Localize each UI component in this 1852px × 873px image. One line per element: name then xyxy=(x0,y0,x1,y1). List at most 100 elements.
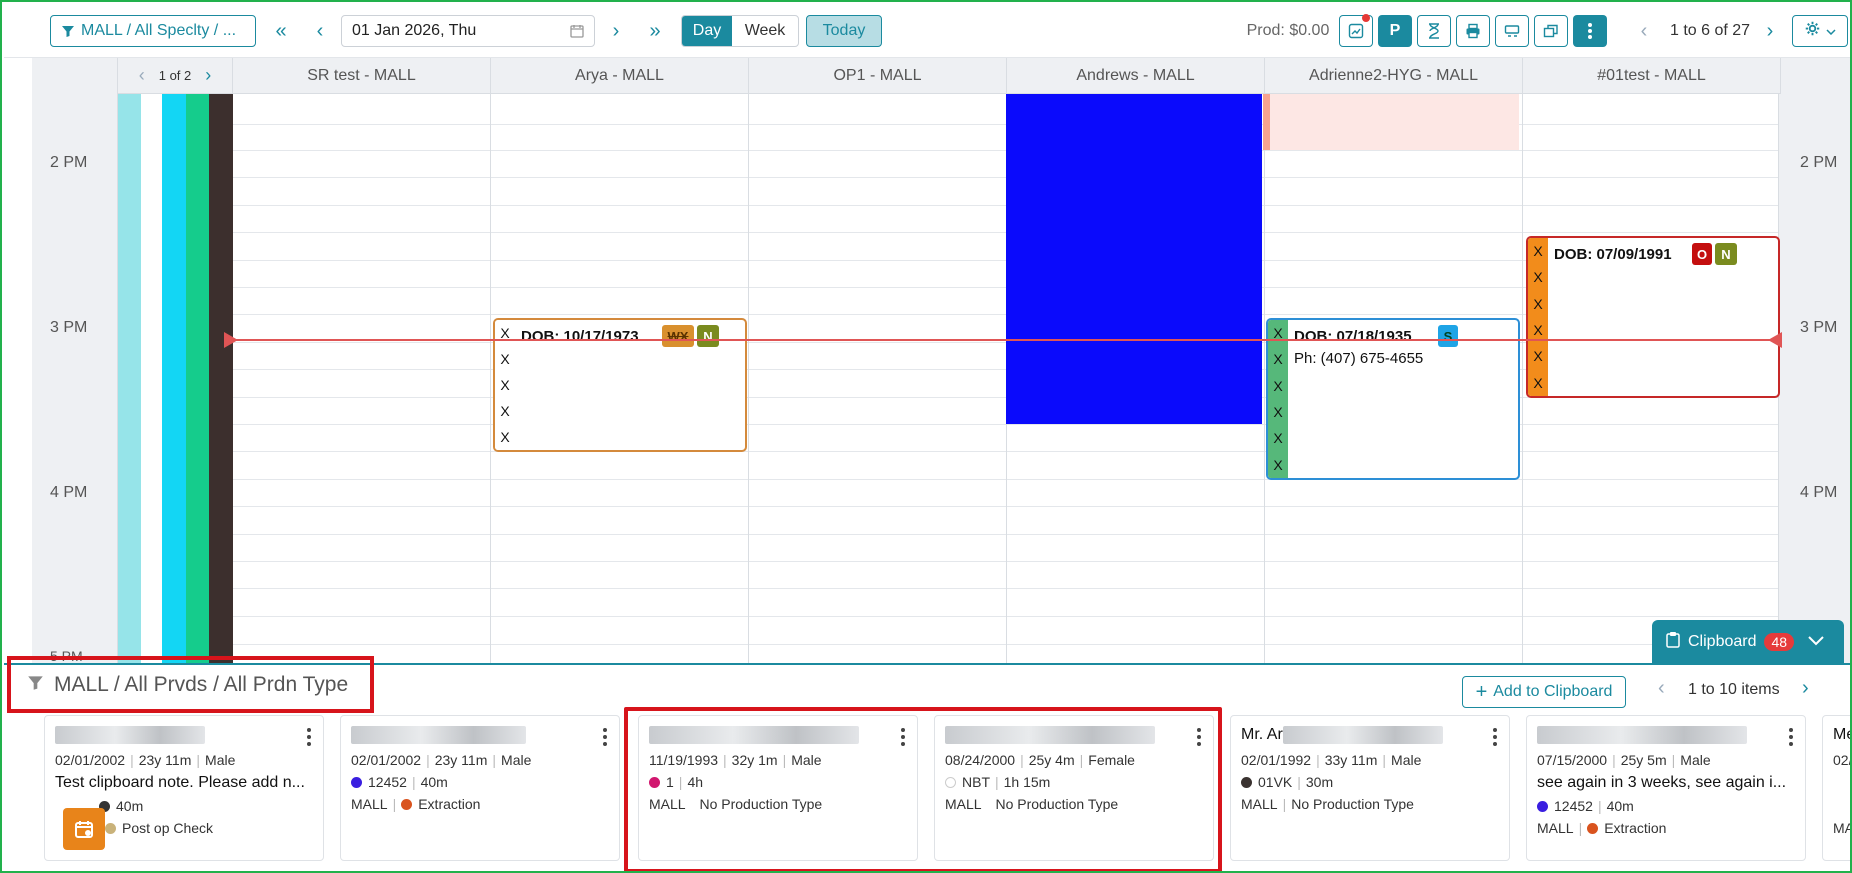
add-to-clipboard-button[interactable]: + Add to Clipboard xyxy=(1462,676,1626,708)
card-demographics: 02/01/2002 | 23y 11m | Male xyxy=(55,752,236,768)
card-location: MA xyxy=(1833,820,1852,836)
column-header-sr-test[interactable]: SR test - MALL xyxy=(233,58,491,94)
clipboard-icon xyxy=(1666,631,1680,653)
bottom-filter[interactable]: MALL / All Prvds / All Prdn Type xyxy=(7,656,374,713)
kebab-icon[interactable] xyxy=(307,728,311,746)
chevron-down-icon xyxy=(1825,22,1836,40)
patient-name-blurred xyxy=(1537,726,1747,744)
card-procedure: NBT | 1h 15m xyxy=(945,774,1050,790)
provider-next-icon[interactable]: › xyxy=(1760,18,1780,44)
time-label-3pm-right: 3 PM xyxy=(1800,319,1838,336)
badge-n: N xyxy=(697,325,719,347)
double-chevron-right-icon[interactable]: » xyxy=(642,18,668,44)
card-procedure: 12452 | 40m xyxy=(351,774,448,790)
card-demographics: 02/ xyxy=(1833,752,1852,768)
clipboard-card[interactable]: 08/24/2000 | 25y 4m | Female NBT | 1h 15m MALL… xyxy=(934,715,1214,861)
patient-name: Mr. Ar xyxy=(1241,726,1283,743)
calendar-fab-icon[interactable] xyxy=(63,808,105,850)
chevron-left-icon[interactable]: ‹ xyxy=(309,18,331,44)
patient-name-blurred xyxy=(1283,726,1443,744)
card-location: MALL | No Production Type xyxy=(1241,796,1414,812)
today-button[interactable]: Today xyxy=(806,15,882,47)
production-total: Prod: $0.00 xyxy=(1246,22,1330,39)
provider-stripe-2 xyxy=(162,94,186,663)
time-label-4pm-right: 4 PM xyxy=(1800,484,1838,501)
column-header-op1[interactable]: OP1 - MALL xyxy=(749,58,1007,94)
time-label-2pm: 2 PM xyxy=(50,154,88,171)
chart-icon[interactable] xyxy=(1339,14,1373,47)
appointment-dob: DOB: 07/18/1935 xyxy=(1294,328,1412,345)
hourglass-icon[interactable] xyxy=(1417,15,1451,47)
kebab-icon[interactable] xyxy=(603,728,607,746)
kebab-icon[interactable] xyxy=(901,728,905,746)
clipboard-card[interactable]: 11/19/1993 | 32y 1m | Male 1 | 4h MALL No Prod… xyxy=(638,715,918,861)
column-header-adrienne2[interactable]: Adrienne2-HYG - MALL xyxy=(1265,58,1523,94)
bottom-filter-label: MALL / All Prvds / All Prdn Type xyxy=(54,672,349,696)
provider-prev-icon[interactable]: ‹ xyxy=(1634,18,1654,44)
clipboard-card[interactable]: 02/01/2002 | 23y 11m | Male Test clipboard n… xyxy=(44,715,324,861)
pager-next-icon[interactable]: › xyxy=(205,65,211,86)
clipboard-card[interactable]: 02/01/2002 | 23y 11m | Male 12452 | 40m MALL | E… xyxy=(340,715,620,861)
kebab-icon[interactable] xyxy=(1493,728,1497,746)
provider-pagination: 1 to 6 of 27 xyxy=(1669,22,1751,39)
windows-icon[interactable] xyxy=(1534,15,1568,47)
bottom-next-icon[interactable]: › xyxy=(1802,677,1809,700)
card-procedure: 1 | 4h xyxy=(649,774,703,790)
clipboard-label: Clipboard xyxy=(1688,632,1757,650)
time-label-4pm: 4 PM xyxy=(50,484,88,501)
add-button-label: Add to Clipboard xyxy=(1493,683,1613,700)
kebab-icon[interactable] xyxy=(1789,728,1793,746)
date-input[interactable]: 01 Jan 2026, Thu xyxy=(341,15,595,47)
view-week-button[interactable]: Week xyxy=(732,16,798,46)
card-duration: 40m xyxy=(99,798,143,814)
badge-o: O xyxy=(1692,243,1712,265)
card-type: Post op Check xyxy=(105,820,213,836)
more-options-button[interactable] xyxy=(1573,15,1607,47)
filter-icon xyxy=(61,24,75,38)
patient-name-blurred xyxy=(649,726,859,744)
view-toggle: Day Week xyxy=(681,15,799,47)
pager-label: 1 of 2 xyxy=(158,68,192,83)
provider-stripe-1 xyxy=(118,94,141,663)
card-note: see again in 3 weeks, see again i... xyxy=(1537,774,1787,791)
column-header-01test[interactable]: #01test - MALL xyxy=(1523,58,1781,94)
filter-label: MALL / All Speclty / ... xyxy=(81,22,237,39)
view-day-button[interactable]: Day xyxy=(682,16,732,46)
bottom-prev-icon[interactable]: ‹ xyxy=(1658,677,1665,700)
kebab-icon[interactable] xyxy=(1197,728,1201,746)
appointment-x-column: XXXXXX xyxy=(1268,320,1288,478)
provider-p-button[interactable]: P xyxy=(1378,15,1412,47)
card-location: MALL No Production Type xyxy=(649,796,823,812)
provider-stripe-4 xyxy=(209,94,233,663)
column-header-andrews[interactable]: Andrews - MALL xyxy=(1007,58,1265,94)
clipboard-toggle[interactable]: Clipboard 48 xyxy=(1652,620,1844,663)
clipboard-card[interactable]: Me 02/ MA xyxy=(1822,715,1852,861)
print-icon[interactable] xyxy=(1456,15,1490,47)
time-column-right xyxy=(1778,58,1850,663)
current-time-right-marker-icon xyxy=(1768,332,1782,348)
chevron-right-icon[interactable]: › xyxy=(605,18,627,44)
provider-pager: ‹ 1 of 2 › xyxy=(118,58,233,94)
pager-prev-icon[interactable]: ‹ xyxy=(139,65,145,86)
clipboard-panel: MALL / All Prvds / All Prdn Type + Add t… xyxy=(4,656,1852,871)
card-procedure: 01VK | 30m xyxy=(1241,774,1333,790)
card-demographics: 11/19/1993 | 32y 1m | Male xyxy=(649,752,822,768)
blocked-time-block[interactable] xyxy=(1006,94,1262,424)
appointment-x-column: XXXXXX xyxy=(1528,238,1548,396)
hygiene-block[interactable] xyxy=(1263,94,1519,150)
appointment-card-01test[interactable]: XXXXXX DOB: 07/09/1991 O N xyxy=(1526,236,1780,398)
clipboard-card[interactable]: Mr. Ar 02/01/1992 | 33y 11m | Male 01VK | 30m … xyxy=(1230,715,1510,861)
clipboard-card[interactable]: 07/15/2000 | 25y 5m | Male see again in 3 we… xyxy=(1526,715,1806,861)
clipboard-count-badge: 48 xyxy=(1764,632,1795,651)
double-chevron-left-icon[interactable]: « xyxy=(268,18,294,44)
layout-icon[interactable] xyxy=(1495,15,1529,47)
appointment-card-adrienne2[interactable]: XXXXXX DOB: 07/18/1935 S Ph: (407) 675-4… xyxy=(1266,318,1520,480)
gear-icon xyxy=(1805,21,1820,41)
column-header-arya[interactable]: Arya - MALL xyxy=(491,58,749,94)
provider-stripe-3 xyxy=(186,94,209,663)
filter-dropdown[interactable]: MALL / All Speclty / ... xyxy=(50,15,256,47)
current-time-left-marker-icon xyxy=(224,332,238,348)
card-location: MALL | Extraction xyxy=(1537,820,1667,836)
calendar-icon[interactable] xyxy=(570,24,584,38)
settings-dropdown[interactable] xyxy=(1792,15,1848,47)
